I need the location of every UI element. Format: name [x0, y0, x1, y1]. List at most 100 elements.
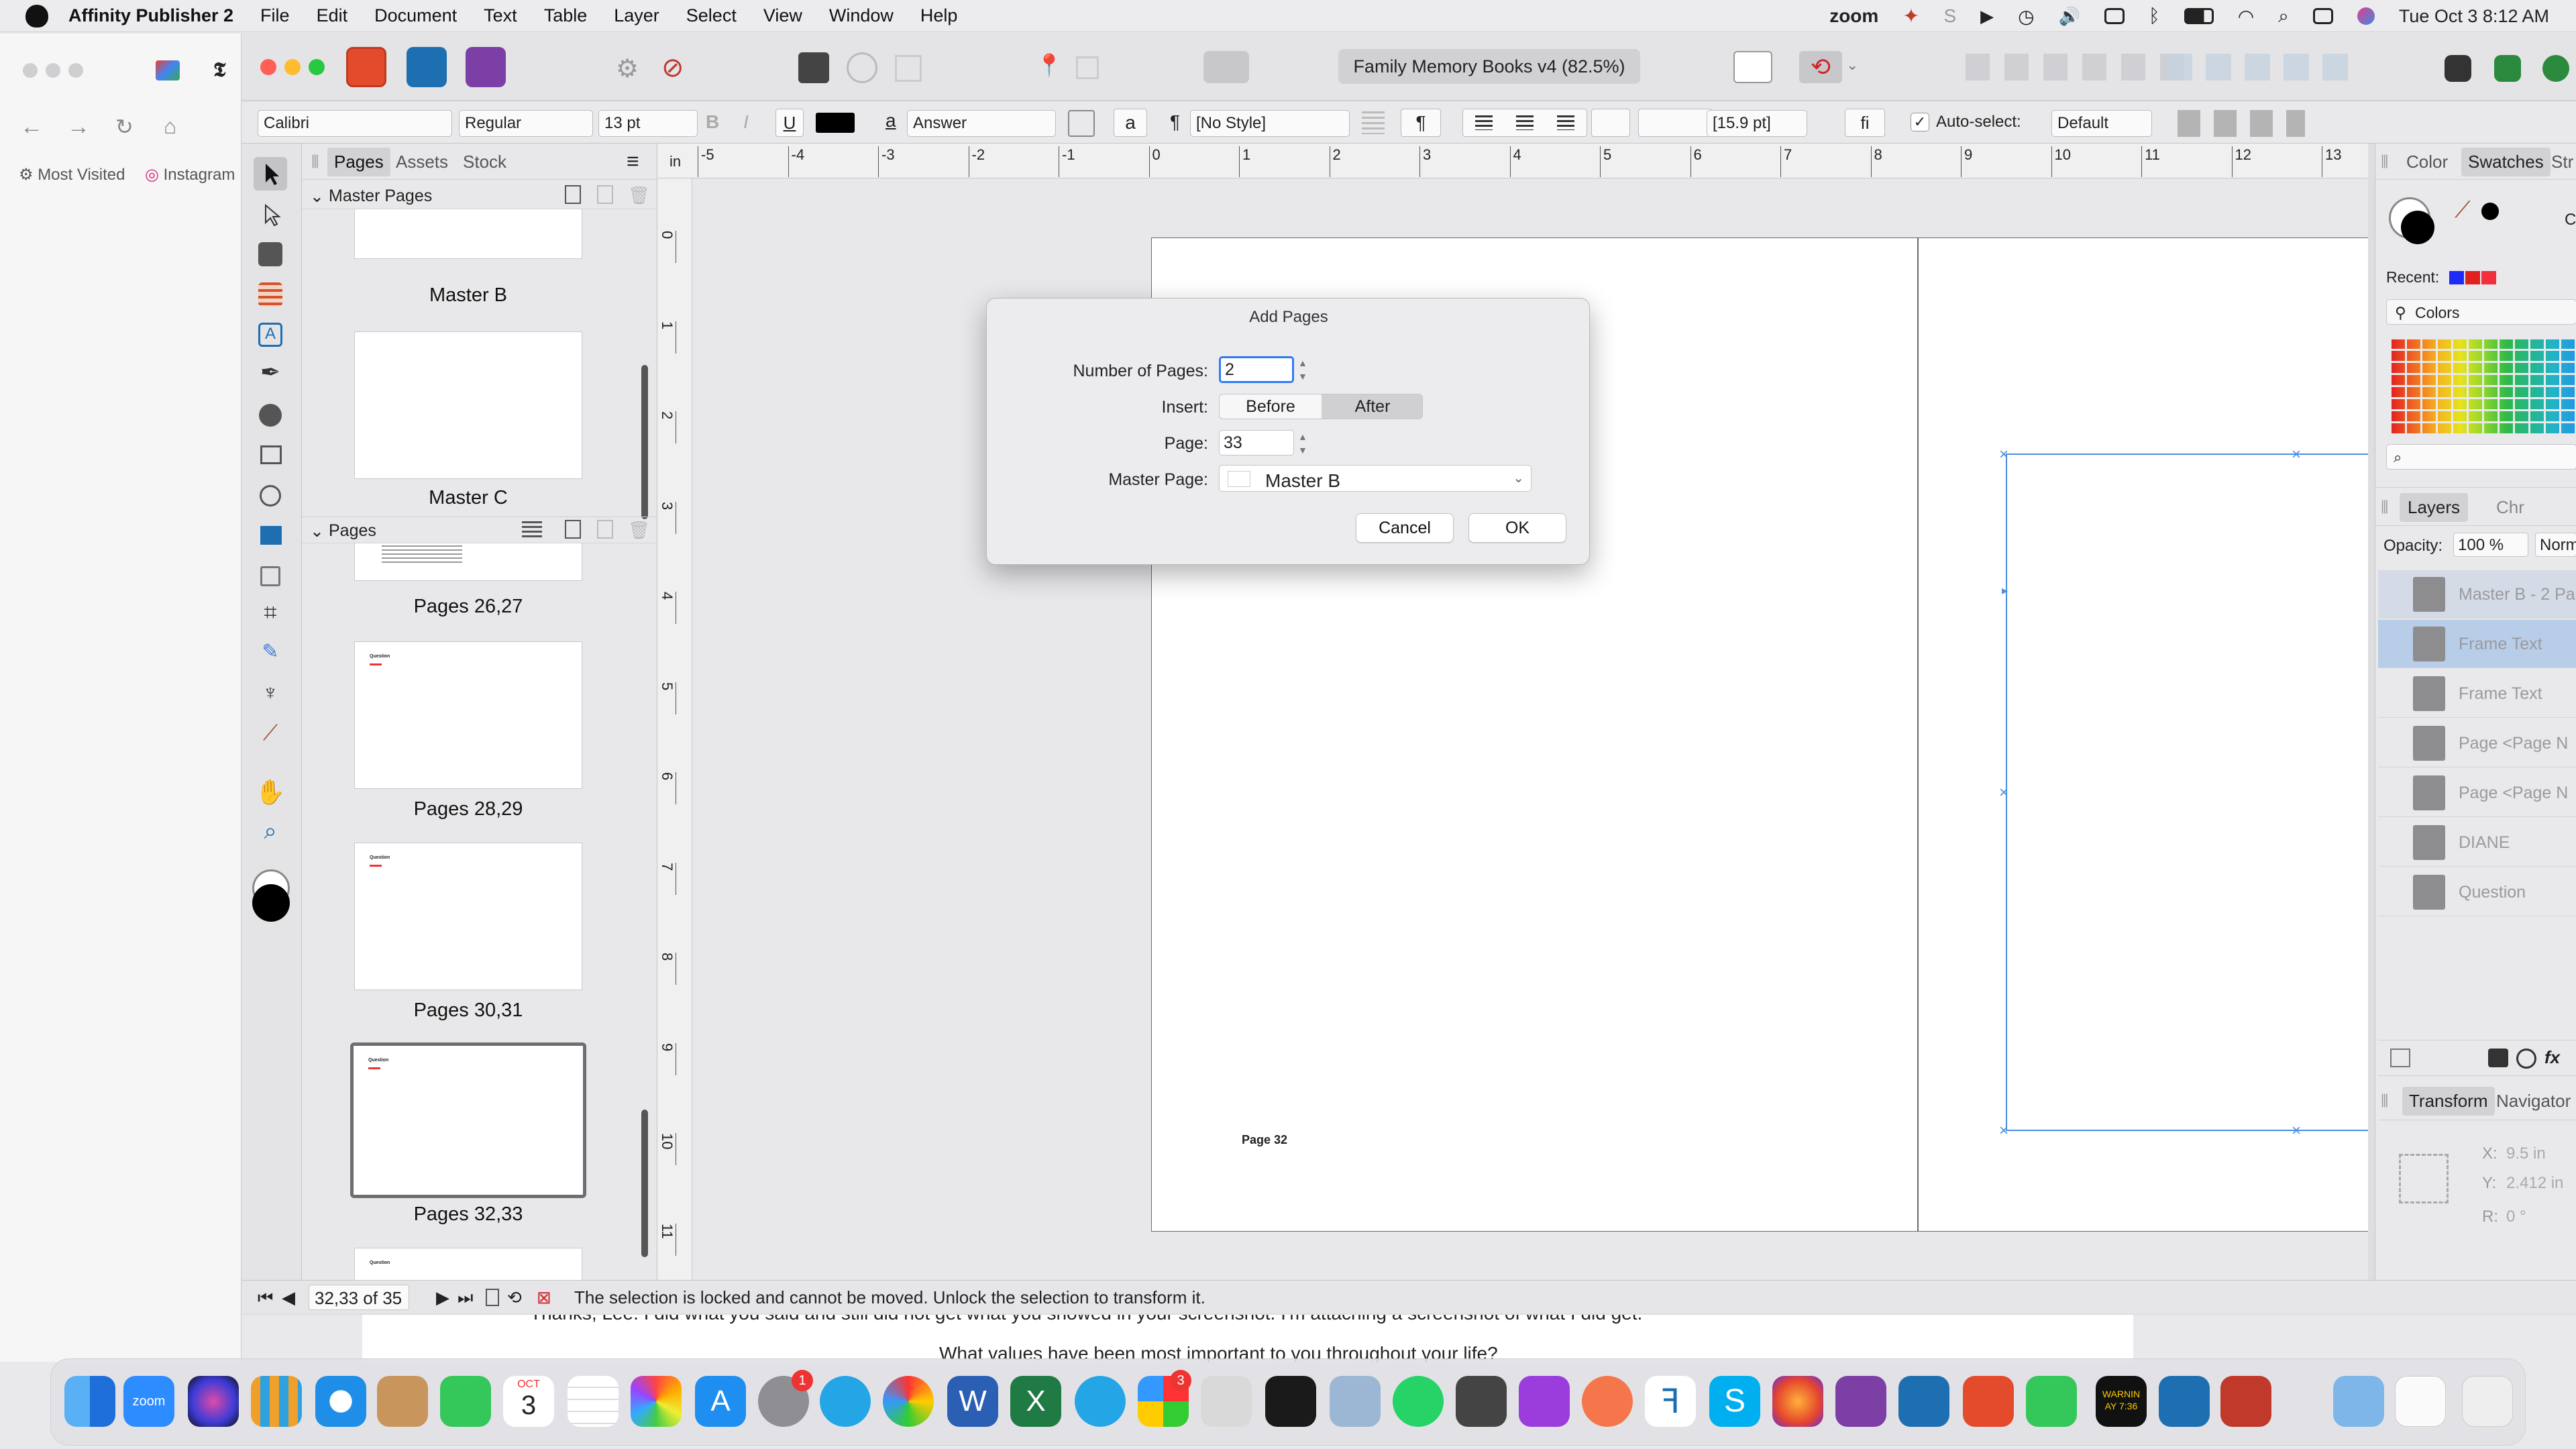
panel-grip-icon[interactable]: ⦀ — [311, 152, 319, 173]
layer-row-frame-text-selected[interactable]: Frame Text — [2378, 620, 2576, 668]
prev-page-icon[interactable]: ◀ — [282, 1287, 295, 1308]
excel-icon[interactable]: X — [1010, 1376, 1061, 1427]
pages-scrollbar[interactable] — [641, 1110, 648, 1257]
master-scrollbar[interactable] — [641, 365, 648, 519]
selection-handle[interactable]: × — [2292, 1122, 2301, 1140]
first-page-icon[interactable]: ⏮ — [258, 1287, 273, 1309]
align-center-icon[interactable] — [1515, 115, 1534, 130]
gmail-tab-icon[interactable] — [156, 60, 180, 80]
studio-icon-3[interactable] — [2542, 55, 2569, 82]
frame-text-tool[interactable] — [258, 242, 282, 266]
underline-button[interactable]: U — [775, 109, 804, 137]
pilcrow-button[interactable]: ¶ — [1401, 109, 1441, 137]
page-options-icon[interactable] — [522, 521, 542, 539]
tab-character[interactable]: Chr — [2496, 497, 2524, 518]
insert-before-segment[interactable]: Before — [1220, 394, 1322, 419]
scrivener-2-icon[interactable] — [1075, 1376, 1126, 1427]
blend-mode-dropdown[interactable]: Norm — [2535, 533, 2576, 557]
settings-gear-icon[interactable]: ⚙ — [616, 54, 639, 84]
num-pages-stepper[interactable]: ▲ ▼ — [1298, 356, 1307, 383]
volume-icon[interactable]: 🔊 — [2059, 6, 2080, 27]
num-pages-input[interactable]: 2 — [1219, 356, 1294, 383]
launchpad-icon[interactable] — [251, 1376, 302, 1427]
page-view-icon[interactable] — [486, 1289, 499, 1306]
tab-swatches[interactable]: Swatches — [2461, 148, 2551, 176]
magnet-icon[interactable]: ⟲ — [1799, 51, 1842, 83]
selected-text-frame[interactable] — [2006, 453, 2368, 1131]
photo-persona-icon[interactable] — [466, 47, 506, 87]
image-crop-tool[interactable] — [254, 559, 287, 593]
word-icon[interactable]: W — [947, 1376, 998, 1427]
ok-button[interactable]: OK — [1468, 513, 1566, 543]
error-icon[interactable]: ⊠ — [537, 1287, 551, 1308]
wifi-icon[interactable]: ◠ — [2238, 5, 2254, 28]
color-picker-tool[interactable]: ⟋ — [254, 720, 287, 754]
tab-assets[interactable]: Assets — [396, 152, 448, 172]
justify-button[interactable] — [1591, 109, 1630, 137]
list-buttons[interactable] — [1638, 109, 1712, 137]
menu-edit[interactable]: Edit — [317, 5, 348, 26]
current-color-dot[interactable] — [2481, 203, 2499, 220]
affinity-designer-icon[interactable] — [1898, 1376, 1949, 1427]
search-icon[interactable]: ⌕ — [2278, 5, 2289, 28]
tab-stock[interactable]: Stock — [463, 152, 506, 172]
calendar-icon[interactable]: OCT 3 — [503, 1376, 554, 1427]
forward-arrow-icon[interactable]: → — [67, 114, 90, 140]
browser-close-dot[interactable] — [23, 63, 38, 78]
artistic-text-tool[interactable]: A — [258, 323, 282, 347]
text-frame-icon[interactable] — [1068, 110, 1095, 137]
move-tool[interactable] — [254, 157, 287, 191]
ellipse-frame-tool[interactable] — [254, 479, 287, 513]
adjustment-icon[interactable] — [2516, 1049, 2536, 1069]
selection-handle[interactable]: × — [1999, 784, 2008, 802]
page-stepper[interactable]: ▲ ▼ — [1298, 430, 1307, 457]
bluetooth-icon[interactable]: ᛒ — [2149, 5, 2160, 27]
page-number-input[interactable]: 33 — [1219, 430, 1294, 455]
layer-row-master[interactable]: Master B - 2 Pa — [2378, 570, 2576, 619]
finder-icon[interactable] — [64, 1376, 115, 1427]
siri-dock-icon[interactable] — [188, 1376, 239, 1427]
tab-layers[interactable]: Layers — [2400, 493, 2469, 522]
fill-color-well[interactable] — [252, 884, 290, 922]
selection-handle[interactable]: × — [2292, 445, 2301, 464]
menu-layer[interactable]: Layer — [614, 5, 659, 26]
font-family-field[interactable]: Calibri — [258, 110, 452, 137]
crop-icon[interactable]: ⌗ — [254, 600, 287, 633]
collapse-icon[interactable]: ⌄ — [310, 186, 324, 207]
font-size-field[interactable]: 13 pt — [598, 110, 698, 137]
menubar-datetime[interactable]: Tue Oct 3 8:12 AM — [2399, 6, 2549, 27]
firefox-icon[interactable] — [1772, 1376, 1823, 1427]
designer-beta-icon[interactable] — [2159, 1376, 2210, 1427]
zoom-window-button[interactable] — [309, 59, 325, 75]
affinity-publisher-icon[interactable] — [1963, 1376, 2014, 1427]
vpn-icon[interactable] — [1582, 1376, 1633, 1427]
designer-persona-icon[interactable] — [407, 47, 447, 87]
spread-thumbnail[interactable]: Question — [354, 843, 582, 990]
studio-icon-2[interactable] — [2494, 55, 2521, 82]
image-capture-icon[interactable] — [1330, 1376, 1381, 1427]
chevron-down-icon[interactable]: ⌄ — [1846, 56, 1858, 74]
transform-y-value[interactable]: 2.412 in — [2506, 1174, 2563, 1193]
nyt-tab-icon[interactable]: 𝕿 — [213, 59, 225, 82]
preflight-icon[interactable]: ⊘ — [661, 52, 684, 83]
menu-table[interactable]: Table — [544, 5, 588, 26]
mask-icon[interactable] — [2488, 1049, 2508, 1067]
fill-tool[interactable]: ✎ — [254, 640, 287, 674]
panel-menu-icon[interactable]: ≡ — [627, 149, 639, 174]
spread-thumbnail[interactable]: Question — [354, 641, 582, 789]
transparency-tool[interactable]: ♆ — [254, 680, 287, 714]
reminders-icon[interactable] — [568, 1376, 619, 1427]
display-icon[interactable] — [2104, 8, 2125, 24]
recent-swatch-blue[interactable] — [2449, 271, 2464, 284]
menu-window[interactable]: Window — [829, 5, 894, 26]
contacts-icon[interactable] — [377, 1376, 428, 1427]
picture-frame-tool[interactable] — [254, 439, 287, 472]
last-page-icon[interactable]: ⏭ — [458, 1287, 473, 1309]
podcasts-icon[interactable] — [1519, 1376, 1570, 1427]
zoom-tool-icon[interactable]: ⌕ — [254, 818, 287, 852]
reload-icon[interactable]: ↻ — [115, 114, 133, 140]
selection-handle[interactable]: ▸ — [2002, 584, 2008, 598]
apple-icon[interactable] — [25, 4, 48, 28]
palette-dropdown[interactable]: ⚲ Colors — [2386, 299, 2576, 325]
tab-stroke[interactable]: Str — [2551, 152, 2573, 172]
